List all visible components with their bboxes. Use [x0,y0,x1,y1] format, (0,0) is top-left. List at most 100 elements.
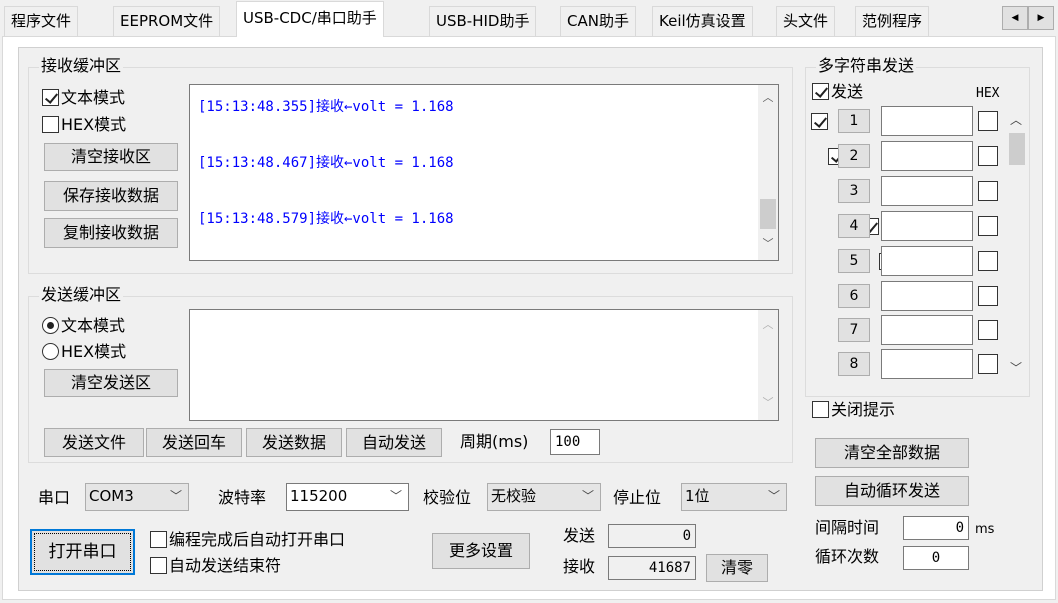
interval-unit: ms [975,522,995,537]
clear-receive-button[interactable]: 清空接收区 [44,143,178,171]
period-label: 周期(ms) [460,432,529,451]
tab-scroll-left-button[interactable]: ◀ [1002,6,1028,30]
send-data-button[interactable]: 发送数据 [246,428,342,457]
tab-scroll-right-button[interactable]: ▶ [1028,6,1054,30]
row-hex-checkbox[interactable] [978,146,998,166]
row-hex-checkbox[interactable] [978,216,998,236]
tab-header-file[interactable]: 头文件 [776,6,836,36]
auto-open-option[interactable]: 编程完成后自动打开串口 [150,530,345,550]
receive-textarea[interactable]: [15:13:48.355]接收←volt = 1.168 [15:13:48.… [189,84,779,261]
checkbox-icon[interactable] [42,115,59,133]
checkbox-checked-icon[interactable] [42,88,59,106]
copy-receive-button[interactable]: 复制接收数据 [44,218,178,248]
clear-all-data-button[interactable]: 清空全部数据 [815,438,969,468]
multi-scrollbar[interactable]: ︿ ﹀ [1006,107,1028,377]
port-select[interactable]: COM3 ﹀ [85,483,189,511]
row-send-button[interactable]: 4 [838,214,870,238]
tab-program-file[interactable]: 程序文件 [4,6,79,36]
checkbox-checked-icon[interactable] [812,82,829,100]
clear-send-button[interactable]: 清空发送区 [44,369,178,397]
parity-label: 校验位 [423,488,472,507]
row-send-button[interactable]: 2 [838,144,870,168]
row-send-button[interactable]: 6 [838,284,870,308]
row-string-input[interactable] [881,281,973,311]
scrollbar-thumb[interactable] [1009,133,1025,165]
auto-send-button[interactable]: 自动发送 [346,428,442,457]
send-enter-button[interactable]: 发送回车 [146,428,242,457]
row-string-input[interactable] [881,246,973,276]
row-string-input[interactable] [881,349,973,379]
checkbox-icon[interactable] [150,530,167,548]
tab-usb-cdc-serial[interactable]: USB-CDC/串口助手 [236,1,384,37]
tab-eeprom-file[interactable]: EEPROM文件 [113,6,221,36]
row-send-button[interactable]: 7 [838,318,870,342]
row-send-button[interactable]: 5 [838,249,870,273]
row-send-button[interactable]: 3 [838,179,870,203]
receive-line: [15:13:48.355]接收←volt = 1.168 [198,99,454,115]
parity-select[interactable]: 无校验 ﹀ [487,483,601,511]
more-settings-button[interactable]: 更多设置 [432,533,530,569]
recv-text-mode-option[interactable]: 文本模式 [42,88,125,108]
sent-count-label: 发送 [563,526,596,545]
row-enable-checkbox[interactable] [811,113,828,130]
close-tip-option[interactable]: 关闭提示 [812,400,895,420]
interval-input[interactable]: 0 [903,516,969,540]
multi-send-all-option[interactable]: 发送 [812,82,863,102]
send-text-mode-option[interactable]: 文本模式 [42,316,125,336]
row-string-input[interactable] [881,315,973,345]
row-hex-checkbox[interactable] [978,286,998,306]
chevron-down-icon: ﹀ [169,489,182,503]
receive-line: [15:13:48.579]接收←volt = 1.168 [198,211,454,227]
chevron-down-icon[interactable]: ﹀ [1006,359,1026,376]
port-label: 串口 [38,488,71,507]
row-string-input[interactable] [881,211,973,241]
chevron-up-icon[interactable]: ︿ [1006,111,1026,128]
send-buffer-title: 发送缓冲区 [39,285,124,305]
send-textarea[interactable]: ︿ ﹀ [189,309,779,421]
stop-bits-select[interactable]: 1位 ﹀ [681,483,787,511]
arrow-left-icon: ◀ [1011,13,1019,23]
tab-keil-sim[interactable]: Keil仿真设置 [652,6,753,36]
period-input[interactable]: 100 [550,429,600,455]
chevron-up-icon[interactable]: ︿ [758,316,778,332]
clear-count-button[interactable]: 清零 [706,554,768,582]
close-tip-label: 关闭提示 [831,400,896,419]
row-hex-checkbox[interactable] [978,181,998,201]
checkbox-icon[interactable] [812,400,829,418]
row-send-button[interactable]: 1 [838,109,870,133]
chevron-up-icon[interactable]: ︿ [758,89,778,105]
checkbox-icon[interactable] [150,556,167,574]
radio-selected-icon[interactable] [42,316,59,334]
row-hex-checkbox[interactable] [978,111,998,131]
scrollbar-thumb[interactable] [760,199,776,229]
row-string-input[interactable] [881,106,973,136]
chevron-down-icon[interactable]: ﹀ [758,235,778,251]
tab-usb-hid[interactable]: USB-HID助手 [429,6,537,36]
tab-examples[interactable]: 范例程序 [855,6,930,36]
auto-end-option[interactable]: 自动发送结束符 [150,556,281,576]
row-hex-checkbox[interactable] [978,251,998,271]
tab-can[interactable]: CAN助手 [560,6,636,36]
baud-select[interactable]: 115200 ﹀ [286,483,409,511]
arrow-right-icon: ▶ [1037,13,1045,23]
row-string-input[interactable] [881,141,973,171]
open-port-button[interactable]: 打开串口 [30,529,135,575]
loop-count-input[interactable]: 0 [903,546,969,570]
send-file-button[interactable]: 发送文件 [44,428,144,457]
radio-icon[interactable] [42,342,59,360]
row-string-input[interactable] [881,176,973,206]
row-hex-checkbox[interactable] [978,354,998,374]
receive-scrollbar[interactable]: ︿ ﹀ [758,85,778,260]
row-send-button[interactable]: 8 [838,352,870,376]
auto-open-label: 编程完成后自动打开串口 [169,530,346,549]
send-hex-mode-option[interactable]: HEX模式 [42,342,126,362]
recv-hex-mode-option[interactable]: HEX模式 [42,115,126,135]
baud-value: 115200 [290,487,348,505]
send-scrollbar[interactable]: ︿ ﹀ [758,310,778,420]
receive-line: [15:13:48.467]接收←volt = 1.168 [198,155,454,171]
auto-loop-send-button[interactable]: 自动循环发送 [815,476,969,506]
multi-string-title: 多字符串发送 [816,56,917,76]
row-hex-checkbox[interactable] [978,320,998,340]
chevron-down-icon[interactable]: ﹀ [758,394,778,410]
save-receive-button[interactable]: 保存接收数据 [44,181,178,211]
